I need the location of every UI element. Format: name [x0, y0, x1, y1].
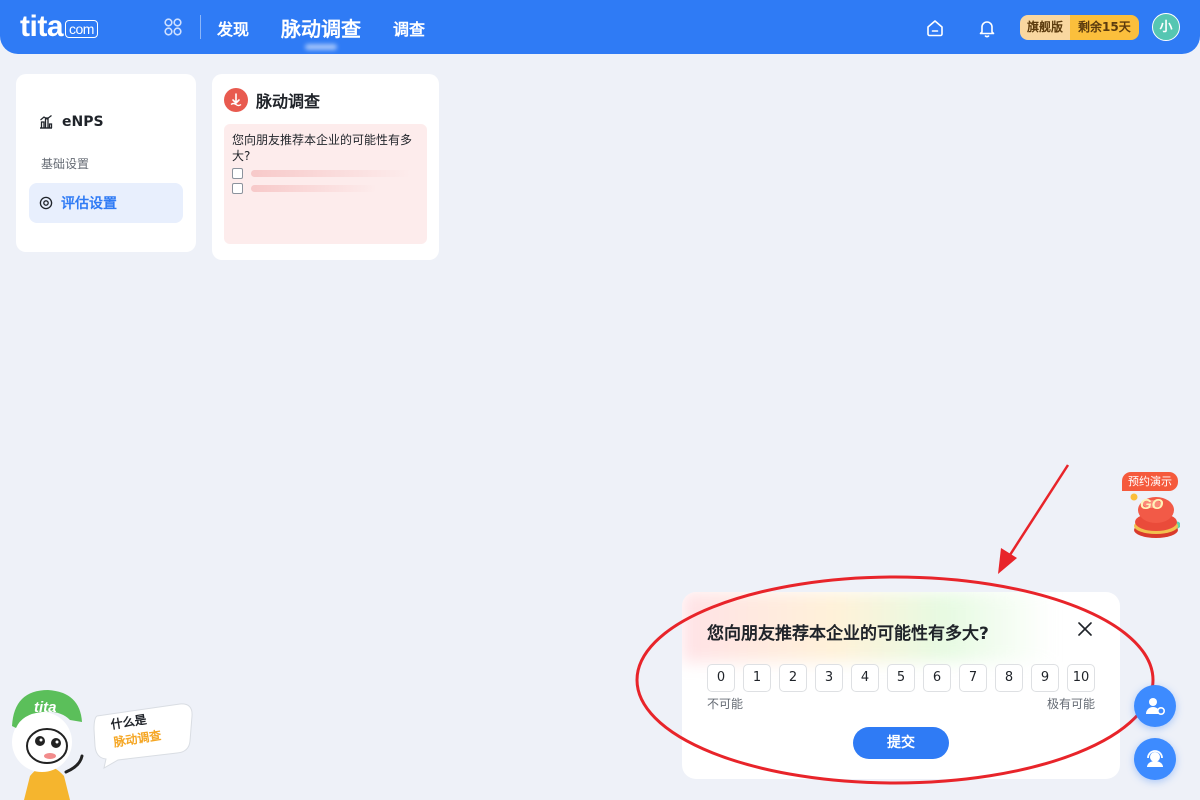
sidebar-section-label: 基础设置 — [41, 157, 90, 171]
submit-button[interactable]: 提交 — [853, 727, 949, 759]
mascot-helmet-label: tita — [34, 699, 57, 716]
score-option-1[interactable]: 1 — [743, 664, 771, 692]
score-option-10[interactable]: 10 — [1067, 664, 1095, 692]
score-option-9[interactable]: 9 — [1031, 664, 1059, 692]
pulse-card-title: 脉动调查 — [256, 92, 321, 111]
score-option-8[interactable]: 8 — [995, 664, 1023, 692]
scale-high-label: 极有可能 — [1047, 697, 1096, 711]
go-button-text: GO — [1140, 496, 1164, 513]
top-bar: tita com 发现 脉动调查 调查 旗舰版 剩余15天 小 — [0, 0, 1200, 54]
customer-service-button[interactable] — [1134, 738, 1176, 780]
nav-discover[interactable]: 发现 — [217, 16, 249, 40]
apps-grid-icon[interactable] — [164, 18, 182, 36]
preview-checkbox — [232, 183, 243, 194]
sidebar-item-assessment-settings[interactable]: 评估设置 — [29, 183, 183, 223]
score-option-6[interactable]: 6 — [923, 664, 951, 692]
score-option-2[interactable]: 2 — [779, 664, 807, 692]
pulse-survey-card[interactable]: 脉动调查 您向朋友推荐本企业的可能性有多大? — [212, 74, 439, 260]
trial-remaining-label: 剩余15天 — [1070, 15, 1139, 40]
preview-option — [232, 183, 419, 194]
score-scale: 0 1 2 3 4 5 6 7 8 9 10 — [707, 664, 1095, 692]
bell-icon[interactable] — [977, 18, 997, 38]
pulse-card-header: 脉动调查 — [224, 88, 320, 112]
nav-pulse-survey[interactable]: 脉动调查 — [281, 13, 361, 42]
book-demo-widget[interactable]: 预约演示 GO — [1120, 472, 1192, 544]
survey-question: 您向朋友推荐本企业的可能性有多大? — [707, 624, 989, 644]
survey-preview: 您向朋友推荐本企业的可能性有多大? — [224, 124, 427, 244]
sidebar-header[interactable]: eNPS — [38, 114, 104, 130]
scale-low-label: 不可能 — [707, 697, 744, 711]
close-icon[interactable] — [1076, 620, 1094, 638]
preview-option-placeholder — [251, 170, 411, 177]
preview-question: 您向朋友推荐本企业的可能性有多大? — [232, 133, 413, 163]
plan-badge-label: 旗舰版 — [1020, 15, 1071, 40]
preview-option — [232, 168, 419, 179]
chart-building-icon — [40, 115, 53, 129]
logo-suffix: com — [65, 20, 98, 38]
settings-ring-icon — [39, 196, 53, 210]
sidebar-header-label: eNPS — [62, 114, 104, 130]
mascot-helper[interactable]: tita — [0, 686, 200, 800]
sidebar-card: eNPS 基础设置 评估设置 — [16, 74, 196, 252]
annotation-arrow-head — [998, 548, 1017, 574]
tita-logo[interactable]: tita com — [20, 10, 98, 44]
logo-text: tita — [20, 10, 64, 43]
book-demo-tag: 预约演示 — [1122, 472, 1178, 491]
headset-icon — [1147, 750, 1163, 767]
score-option-3[interactable]: 3 — [815, 664, 843, 692]
preview-option-placeholder — [251, 185, 377, 192]
plan-badge[interactable]: 旗舰版 剩余15天 — [1020, 15, 1139, 40]
pulse-logo-icon — [224, 88, 248, 112]
nav-survey[interactable]: 调查 — [393, 16, 425, 40]
enps-survey-popup: 您向朋友推荐本企业的可能性有多大? 0 1 2 3 4 5 6 7 8 9 10… — [682, 592, 1120, 779]
preview-checkbox — [232, 168, 243, 179]
home-icon[interactable] — [925, 18, 945, 38]
score-option-0[interactable]: 0 — [707, 664, 735, 692]
score-option-7[interactable]: 7 — [959, 664, 987, 692]
nav-divider — [200, 15, 201, 39]
contact-sales-button[interactable] — [1134, 685, 1176, 727]
score-option-5[interactable]: 5 — [887, 664, 915, 692]
avatar[interactable]: 小 — [1152, 13, 1180, 41]
annotation-arrow-shaft — [1006, 464, 1070, 559]
sidebar-item-label: 评估设置 — [61, 196, 117, 212]
user-settings-icon — [1146, 698, 1166, 716]
score-option-4[interactable]: 4 — [851, 664, 879, 692]
